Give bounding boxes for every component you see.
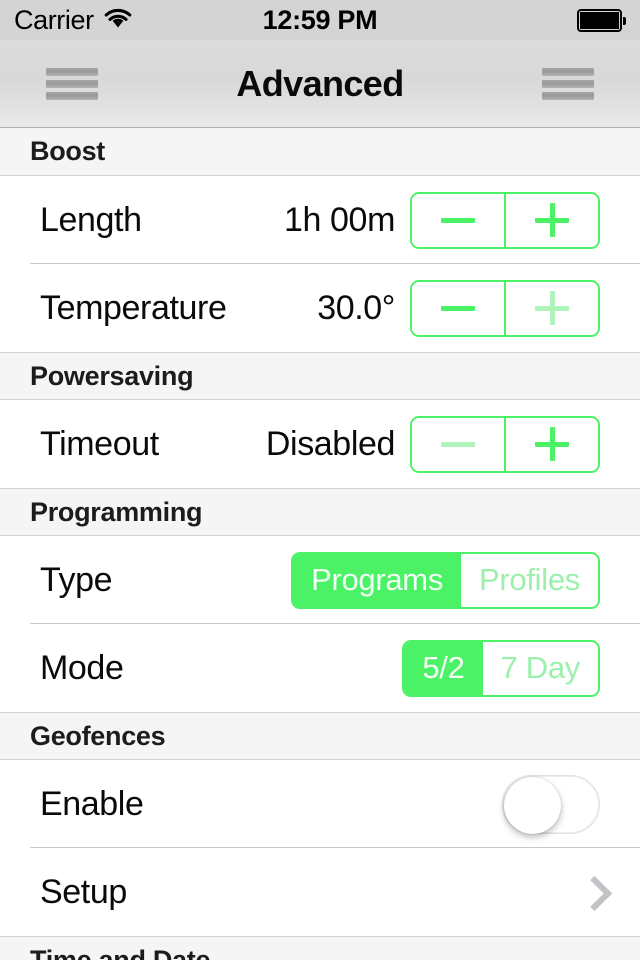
row-setup[interactable]: Setup — [0, 848, 640, 936]
row-label: Timeout — [40, 424, 159, 463]
segment-profiles[interactable]: Profiles — [461, 553, 598, 607]
battery-full-icon — [577, 8, 626, 32]
segmented-control-type[interactable]: Programs Profiles — [291, 551, 600, 609]
section-header-label: Geofences — [30, 720, 166, 751]
row-label: Mode — [40, 648, 124, 687]
status-bar: Carrier 12:59 PM — [0, 0, 640, 40]
plus-icon — [535, 203, 569, 237]
row-value: 30.0° — [317, 288, 395, 327]
stepper-increment-button[interactable] — [504, 193, 598, 247]
row-value: 1h 00m — [283, 200, 395, 239]
section-header-programming: Programming — [0, 488, 640, 536]
row-accessory: Disabled — [265, 415, 600, 473]
wifi-icon — [103, 7, 133, 34]
row-temperature[interactable]: Temperature 30.0° — [0, 264, 640, 352]
segment-programs[interactable]: Programs — [293, 553, 462, 607]
section-header-label: Time and Date — [30, 944, 211, 960]
status-bar-right — [577, 8, 626, 32]
row-label: Length — [40, 200, 142, 239]
stepper-temperature[interactable] — [410, 279, 600, 337]
stepper-decrement-button — [412, 417, 504, 471]
minus-icon — [441, 217, 475, 223]
section-header-boost: Boost — [0, 128, 640, 176]
section-header-time-and-date: Time and Date — [0, 936, 640, 960]
segment-7-day[interactable]: 7 Day — [482, 641, 598, 695]
carrier-label: Carrier — [14, 4, 94, 35]
stepper-length[interactable] — [410, 191, 600, 249]
stepper-decrement-button[interactable] — [412, 193, 504, 247]
row-enable[interactable]: Enable — [0, 760, 640, 848]
toggle-geofences-enable[interactable] — [502, 774, 600, 834]
row-accessory — [502, 774, 600, 834]
row-accessory: 1h 00m — [283, 191, 600, 249]
plus-icon — [535, 427, 569, 461]
minus-icon — [441, 441, 475, 447]
section-header-label: Powersaving — [30, 360, 194, 391]
row-timeout[interactable]: Timeout Disabled — [0, 400, 640, 488]
section-header-powersaving: Powersaving — [0, 352, 640, 400]
hamburger-menu-icon-left[interactable] — [46, 68, 98, 100]
segmented-control-mode[interactable]: 5/2 7 Day — [402, 639, 600, 697]
minus-icon — [441, 305, 475, 311]
row-value: Disabled — [265, 424, 396, 463]
section-header-geofences: Geofences — [0, 712, 640, 760]
hamburger-menu-icon-right[interactable] — [542, 68, 594, 100]
row-label: Enable — [40, 784, 144, 823]
settings-list: Boost Length 1h 00m Temperature 30.0° Po… — [0, 128, 640, 960]
chevron-right-icon — [580, 875, 600, 909]
row-label: Type — [40, 560, 113, 599]
status-bar-left: Carrier — [14, 5, 133, 36]
row-accessory: 5/2 7 Day — [402, 639, 600, 697]
row-label: Temperature — [40, 288, 227, 327]
row-label: Setup — [40, 872, 127, 911]
segment-5-2[interactable]: 5/2 — [404, 641, 483, 695]
stepper-decrement-button[interactable] — [412, 281, 504, 335]
section-header-label: Boost — [30, 136, 105, 166]
row-length[interactable]: Length 1h 00m — [0, 176, 640, 264]
row-accessory: 30.0° — [317, 279, 600, 337]
section-header-label: Programming — [30, 496, 203, 527]
toggle-knob — [504, 776, 561, 834]
row-mode[interactable]: Mode 5/2 7 Day — [0, 624, 640, 712]
stepper-increment-button[interactable] — [504, 417, 598, 471]
navigation-bar: Advanced — [0, 40, 640, 128]
app-screen: Carrier 12:59 PM Advanced Boost Length 1… — [0, 0, 640, 960]
row-accessory: Programs Profiles — [291, 551, 600, 609]
row-accessory — [580, 875, 600, 909]
stepper-increment-button — [504, 281, 598, 335]
row-type[interactable]: Type Programs Profiles — [0, 536, 640, 624]
plus-icon — [535, 291, 569, 325]
stepper-timeout[interactable] — [410, 415, 600, 473]
